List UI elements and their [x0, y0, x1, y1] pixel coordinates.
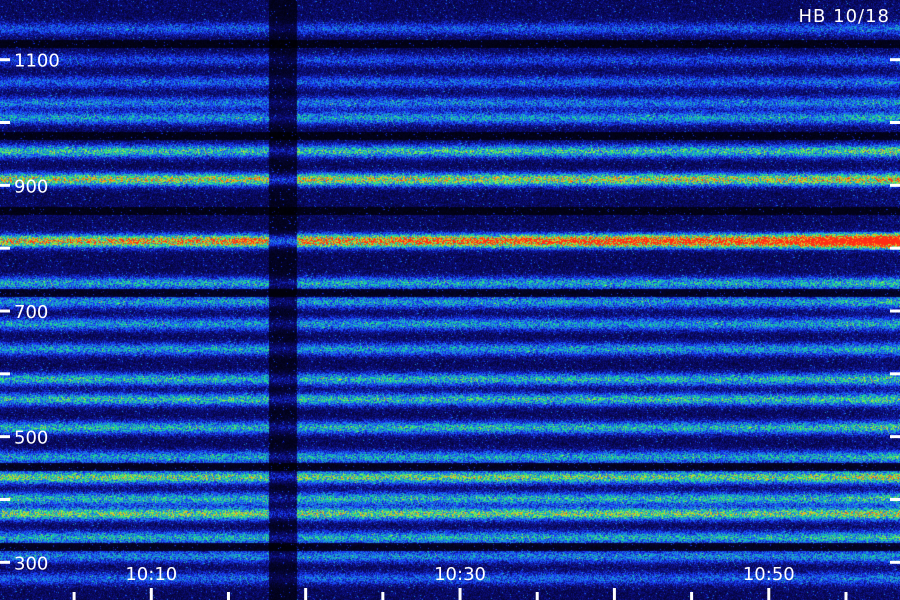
y-tick-label: 900	[14, 176, 48, 197]
x-tick-label: 10:30	[434, 564, 486, 585]
y-tick-label: 700	[14, 302, 48, 323]
x-tick-label: 10:50	[743, 564, 795, 585]
y-tick-label: 500	[14, 428, 48, 449]
chart-title: HB 10/18	[798, 6, 890, 27]
chart-axes: 300 500 700 900 1100 10:10 10:30 10:50	[0, 51, 900, 600]
y-tick-label: 300	[14, 553, 48, 574]
x-tick-label: 10:10	[125, 564, 177, 585]
y-tick-label: 1100	[14, 51, 60, 72]
